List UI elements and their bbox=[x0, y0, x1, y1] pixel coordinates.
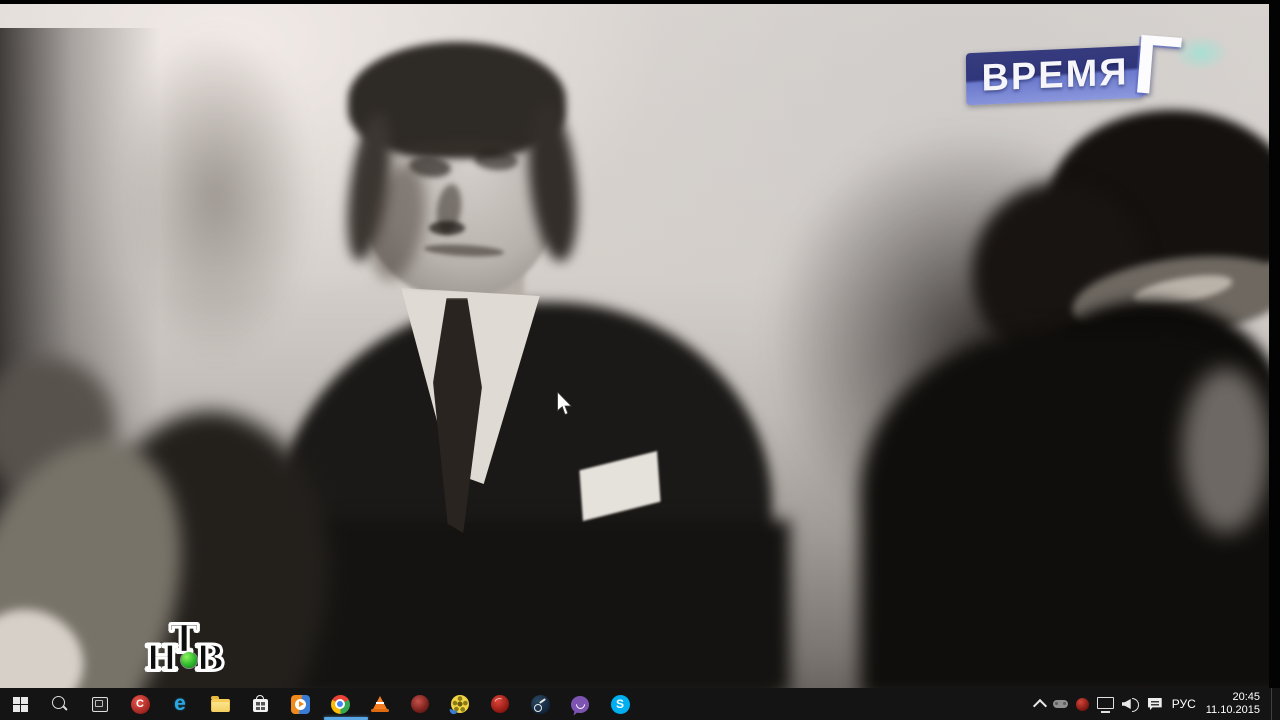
tray-gamepad-icon[interactable] bbox=[1052, 700, 1068, 708]
taskbar-item-red-disc-app[interactable] bbox=[400, 688, 440, 720]
task-view-icon bbox=[92, 696, 108, 712]
taskbar-item-ccleaner[interactable]: C bbox=[120, 688, 160, 720]
film-reel-icon bbox=[451, 695, 469, 713]
desktop-screen: ВРЕМЯ Г Н Т В C e S РУС 20:45 11.10.2015 bbox=[0, 0, 1280, 720]
taskbar-item-skype[interactable]: S bbox=[600, 688, 640, 720]
network-icon[interactable] bbox=[1096, 697, 1114, 713]
windows-store-icon bbox=[252, 695, 268, 712]
man-suit-lower bbox=[256, 520, 790, 688]
ntv-green-ball bbox=[181, 652, 197, 668]
taskbar-item-red-orb-app[interactable] bbox=[480, 688, 520, 720]
clock-time: 20:45 bbox=[1232, 691, 1260, 703]
mouse-cursor-icon bbox=[557, 390, 573, 422]
video-player-surface[interactable]: ВРЕМЯ Г Н Т В bbox=[0, 0, 1280, 688]
show-desktop-button[interactable] bbox=[1271, 688, 1278, 720]
skype-icon: S bbox=[610, 694, 630, 714]
red-orb-icon bbox=[491, 695, 509, 713]
channel-logo-ntv: Н Т В bbox=[144, 615, 233, 686]
right-person-highlight bbox=[1182, 368, 1270, 533]
letterbox-top-bar bbox=[0, 0, 1280, 4]
viber-icon bbox=[571, 695, 589, 713]
letterbox-right-bar bbox=[1269, 0, 1280, 688]
show-logo-vremya: ВРЕМЯ Г bbox=[961, 16, 1230, 116]
start-button[interactable] bbox=[0, 688, 40, 720]
clock-date: 11.10.2015 bbox=[1205, 704, 1260, 716]
red-disc-icon bbox=[411, 695, 429, 713]
taskbar-item-file-explorer[interactable] bbox=[200, 688, 240, 720]
taskbar-item-viber[interactable] bbox=[560, 688, 600, 720]
ntv-letter-v: В bbox=[194, 637, 226, 680]
taskbar-item-vlc[interactable] bbox=[360, 688, 400, 720]
volume-icon[interactable] bbox=[1122, 697, 1140, 712]
task-view-button[interactable] bbox=[80, 688, 120, 720]
folder-icon bbox=[210, 696, 230, 712]
media-player-icon bbox=[290, 694, 310, 714]
taskbar: C e S РУС 20:45 11.10.2015 bbox=[0, 688, 1280, 720]
search-icon bbox=[52, 696, 65, 709]
ccleaner-icon: C bbox=[130, 694, 150, 714]
tray-expand-chevron-icon[interactable] bbox=[1032, 698, 1047, 713]
clock[interactable]: 20:45 11.10.2015 bbox=[1206, 691, 1263, 717]
windows-logo-icon bbox=[12, 696, 28, 712]
language-indicator[interactable]: РУС bbox=[1170, 697, 1198, 711]
taskbar-item-steam[interactable] bbox=[520, 688, 560, 720]
taskbar-item-chrome[interactable] bbox=[320, 688, 360, 720]
steam-icon bbox=[530, 694, 550, 714]
man-nose-shadow bbox=[429, 221, 465, 235]
system-tray: РУС 20:45 11.10.2015 bbox=[1032, 688, 1280, 720]
action-center-icon[interactable] bbox=[1147, 697, 1162, 711]
taskbar-item-media-player[interactable] bbox=[280, 688, 320, 720]
taskbar-search-button[interactable] bbox=[40, 688, 80, 720]
show-logo-banner: ВРЕМЯ bbox=[965, 45, 1145, 106]
vlc-cone-icon bbox=[371, 695, 389, 712]
show-logo-text: ВРЕМЯ bbox=[981, 50, 1129, 100]
chrome-icon bbox=[330, 694, 350, 714]
tray-red-status-icon[interactable] bbox=[1075, 697, 1089, 711]
show-logo-letter-g: Г bbox=[1130, 16, 1185, 114]
taskbar-item-store[interactable] bbox=[240, 688, 280, 720]
taskbar-item-edge[interactable]: e bbox=[160, 688, 200, 720]
taskbar-item-film-app[interactable] bbox=[440, 688, 480, 720]
edge-icon: e bbox=[174, 692, 186, 715]
